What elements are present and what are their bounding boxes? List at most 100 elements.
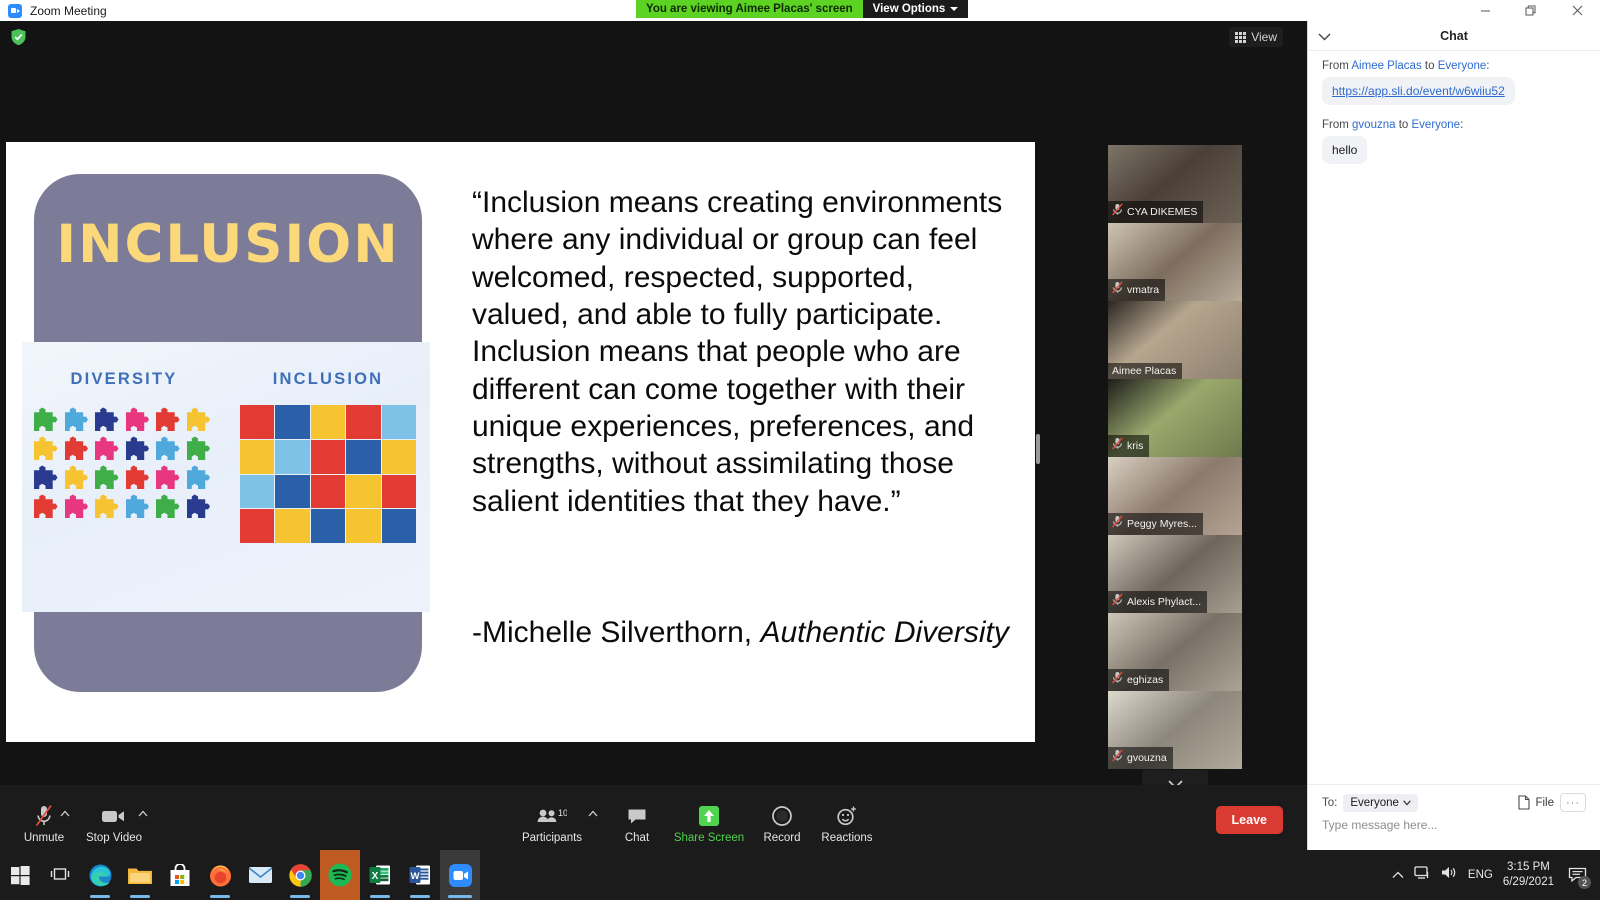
taskbar-app-mail[interactable] [240, 850, 280, 900]
chat-label: Chat [624, 832, 650, 844]
participant-tile[interactable]: eghizas [1108, 613, 1242, 691]
minimize-icon[interactable] [1462, 0, 1508, 21]
taskbar-app-microsoft-store[interactable] [160, 850, 200, 900]
taskbar-app-edge[interactable] [80, 850, 120, 900]
chat-from-prefix: From [1322, 119, 1353, 131]
clock[interactable]: 3:15 PM 6/29/2021 [1503, 860, 1554, 890]
chat-message-input[interactable]: Type message here... [1308, 812, 1600, 832]
view-button-label: View [1251, 30, 1277, 44]
chevron-down-icon [1403, 799, 1411, 806]
volume-icon[interactable] [1441, 865, 1458, 885]
chat-sender-name: gvouzna [1352, 119, 1396, 131]
muted-microphone-icon [1112, 437, 1123, 450]
view-options-button[interactable]: View Options [862, 0, 969, 18]
puzzle-piece [95, 436, 119, 460]
puzzle-piece [346, 405, 381, 439]
svg-text:10: 10 [558, 808, 567, 818]
puzzle-piece [95, 494, 119, 518]
record-circle-icon [771, 804, 793, 828]
unmute-button[interactable]: Unmute [6, 804, 82, 844]
view-layout-button[interactable]: View [1229, 27, 1283, 47]
taskbar-app-file-explorer[interactable] [120, 850, 160, 900]
shared-screen-scrollbar[interactable] [1035, 142, 1041, 742]
puzzle-piece [381, 439, 416, 474]
participant-tile[interactable]: Alexis Phylact... [1108, 535, 1242, 613]
folder-icon [128, 868, 152, 884]
audio-options-caret-icon[interactable] [60, 809, 70, 820]
notifications-button[interactable]: 2 [1564, 862, 1591, 889]
chat-file-button[interactable]: File [1518, 795, 1554, 810]
slide-quote-text: “Inclusion means creating environments w… [472, 186, 1003, 518]
close-icon[interactable] [1554, 0, 1600, 21]
puzzle-piece [64, 436, 89, 460]
video-options-caret-icon[interactable] [138, 809, 148, 820]
participants-button[interactable]: 10 Participants [514, 804, 590, 844]
stop-video-label: Stop Video [85, 832, 143, 844]
participant-tile[interactable]: Peggy Myres... [1108, 457, 1242, 535]
leave-meeting-button[interactable]: Leave [1215, 806, 1283, 834]
green-shield-icon[interactable] [8, 27, 28, 47]
chat-footer: To: Everyone File ··· Type message here.… [1308, 784, 1600, 850]
taskbar-app-excel[interactable]: X [360, 850, 400, 900]
start-button[interactable] [0, 850, 40, 900]
attribution-book-title: Authentic Diversity [760, 616, 1009, 649]
scrollbar-thumb[interactable] [1036, 434, 1040, 464]
muted-microphone-icon [1112, 593, 1123, 606]
share-screen-up-arrow-icon [698, 804, 720, 828]
participant-nameplate: Alexis Phylact... [1108, 591, 1208, 613]
screen-share-banner: You are viewing Aimee Placas' screen Vie… [636, 0, 969, 18]
network-icon[interactable] [1414, 865, 1431, 885]
excel-icon: X [369, 865, 390, 885]
puzzle-piece [186, 494, 211, 518]
reactions-button[interactable]: Reactions [809, 804, 885, 844]
taskbar-app-word[interactable]: W [400, 850, 440, 900]
muted-microphone-icon [1112, 749, 1123, 767]
chat-button[interactable]: Chat [599, 804, 675, 844]
chat-recipient-dropdown[interactable]: Everyone [1343, 793, 1418, 812]
participant-filmstrip: CYA DIKEMES vmatra Aimee Placas kris Peggy M… [1108, 145, 1242, 769]
chat-message-link[interactable]: https://app.sli.do/event/w6wiiu52 [1332, 84, 1505, 98]
puzzle-piece [186, 465, 211, 489]
chat-from-prefix: From [1322, 60, 1352, 72]
muted-microphone-icon [1112, 437, 1123, 455]
input-language-indicator[interactable]: ENG [1468, 869, 1493, 881]
chat-message-list: From Aimee Placas to Everyone: https://ap… [1308, 52, 1600, 784]
participants-caret-icon[interactable] [588, 809, 598, 820]
firefox-icon [209, 865, 231, 886]
chat-message-bubble[interactable]: https://app.sli.do/event/w6wiiu52 [1322, 77, 1515, 105]
chat-more-options-button[interactable]: ··· [1560, 793, 1586, 812]
puzzle-piece [34, 407, 58, 431]
puzzle-piece [156, 494, 180, 518]
notification-count-badge: 2 [1578, 876, 1591, 889]
taskbar-app-firefox[interactable] [200, 850, 240, 900]
taskbar-app-chrome[interactable] [280, 850, 320, 900]
chat-colon: : [1460, 119, 1464, 131]
puzzle-piece [125, 407, 150, 431]
puzzle-piece [275, 474, 310, 509]
participants-label: Participants [521, 832, 583, 844]
participant-name: Peggy Myres... [1127, 518, 1198, 530]
store-bag-icon [170, 863, 190, 886]
chat-message-header: From gvouzna to Everyone: [1322, 119, 1586, 131]
participant-tile[interactable]: CYA DIKEMES [1108, 145, 1242, 223]
chat-colon: : [1486, 60, 1490, 72]
zoom-camera-icon [8, 3, 22, 18]
puzzle-piece [381, 405, 416, 439]
share-screen-button[interactable]: Share Screen [671, 804, 747, 844]
puzzle-piece [34, 436, 58, 460]
taskbar-app-zoom[interactable] [440, 850, 480, 900]
taskbar-app-spotify[interactable] [320, 850, 360, 900]
participant-tile[interactable]: kris [1108, 379, 1242, 457]
chat-recipient-name: Everyone [1437, 60, 1487, 72]
shared-screen-slide[interactable]: INCLUSION DIVERSITY INCLUSION “Inclusion… [6, 142, 1035, 742]
task-view-button[interactable] [40, 850, 80, 900]
chevron-down-icon[interactable] [1318, 28, 1331, 46]
participant-tile[interactable]: gvouzna [1108, 691, 1242, 769]
participant-tile[interactable]: vmatra [1108, 223, 1242, 301]
show-hidden-icons-button[interactable] [1392, 866, 1404, 884]
slide-attribution: -Michelle Silverthorn, Authentic Diversi… [472, 614, 1012, 651]
puzzle-piece [346, 509, 381, 543]
participant-tile[interactable]: Aimee Placas [1108, 301, 1242, 379]
restore-icon[interactable] [1508, 0, 1554, 21]
participant-nameplate: vmatra [1108, 279, 1166, 301]
